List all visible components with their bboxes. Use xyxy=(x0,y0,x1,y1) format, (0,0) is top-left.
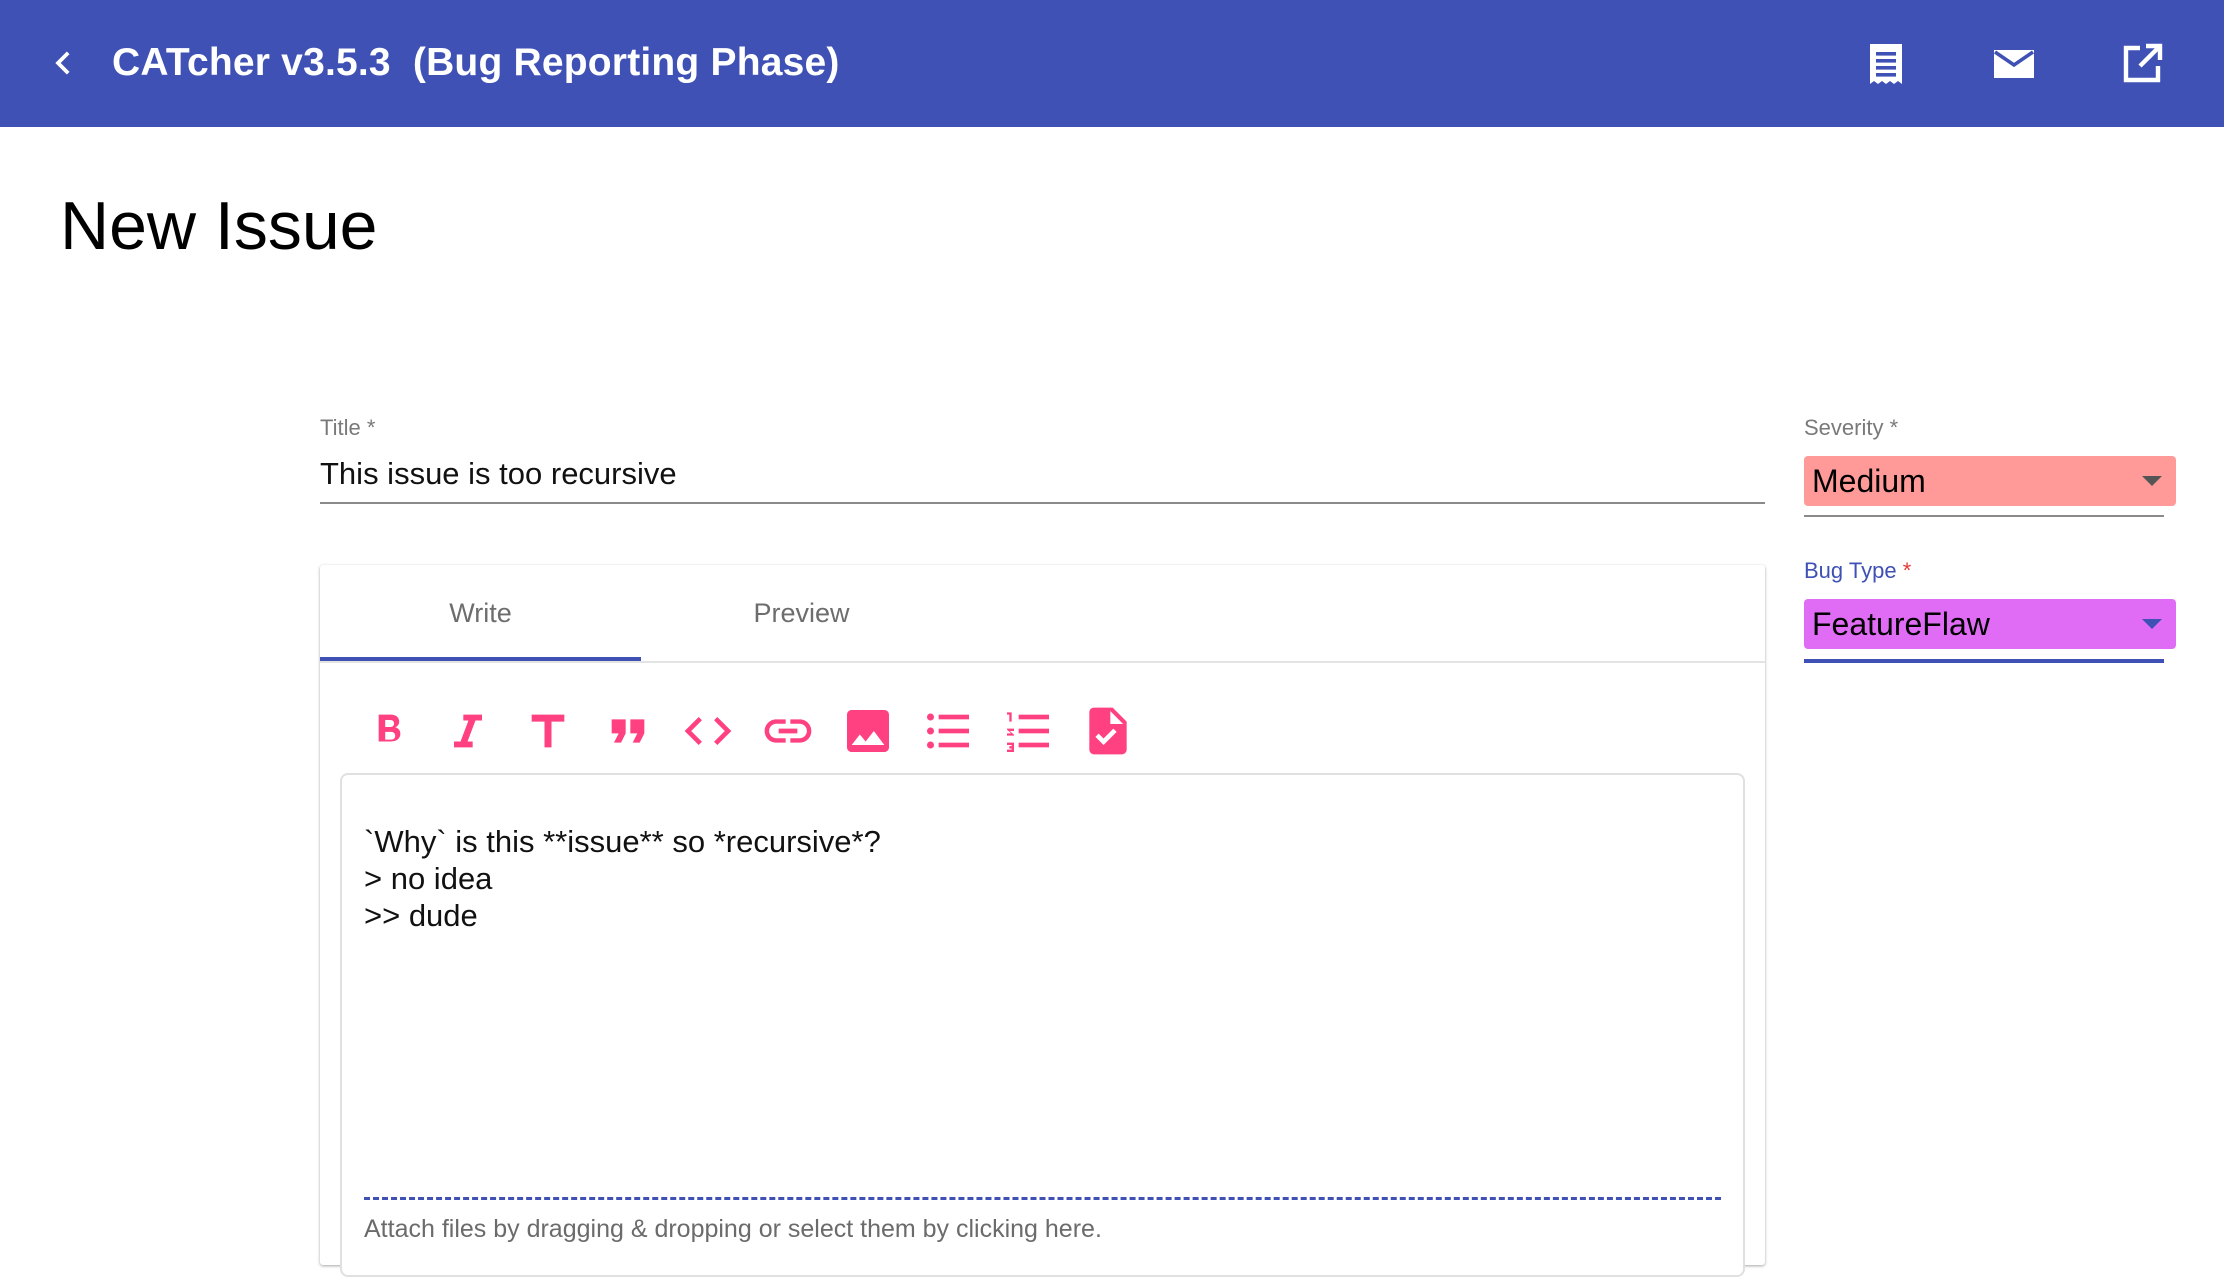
code-button[interactable] xyxy=(680,703,736,759)
bug-type-underline xyxy=(1804,659,2164,663)
title-input-underline xyxy=(320,502,1765,504)
bullet-list-icon xyxy=(927,713,969,749)
bullet-list-button[interactable] xyxy=(920,703,976,759)
numbered-list-button[interactable] xyxy=(1000,703,1056,759)
severity-label: Severity * xyxy=(1804,415,1899,440)
attach-files-link[interactable]: Attach files by dragging & dropping or s… xyxy=(364,1215,1102,1244)
quote-button[interactable] xyxy=(600,703,656,759)
receipt-icon xyxy=(1870,44,1902,84)
bold-button[interactable] xyxy=(360,703,416,759)
bold-icon xyxy=(378,714,401,742)
tab-divider xyxy=(320,661,1765,663)
quote-icon xyxy=(611,719,645,743)
app-title: CATcher v3.5.3 (Bug Reporting Phase) xyxy=(112,41,840,84)
activity-log-button[interactable] xyxy=(1862,40,1910,88)
bug-type-label: Bug Type * xyxy=(1804,557,1911,585)
attach-divider xyxy=(364,1197,1721,1200)
image-button[interactable] xyxy=(840,703,896,759)
bug-type-label-text: Bug Type xyxy=(1804,558,1897,583)
severity-value: Medium xyxy=(1812,463,1926,499)
italic-icon xyxy=(454,714,482,748)
heading-button[interactable] xyxy=(520,703,576,759)
bug-type-select[interactable]: FeatureFlaw xyxy=(1804,599,2176,649)
title-input[interactable] xyxy=(320,454,1760,494)
title-field-label: Title * xyxy=(320,415,376,440)
description-editor-card: Write Preview `Why` is this **issue** so… xyxy=(320,565,1765,1277)
app-toolbar: CATcher v3.5.3 (Bug Reporting Phase) xyxy=(0,0,2224,127)
code-icon xyxy=(684,717,732,745)
open-in-new-icon xyxy=(2123,43,2163,83)
heading-icon xyxy=(531,714,565,748)
task-list-button[interactable] xyxy=(1080,703,1136,759)
mail-button[interactable] xyxy=(1990,40,2038,88)
description-textarea[interactable]: `Why` is this **issue** so *recursive*? … xyxy=(340,773,1745,1277)
link-button[interactable] xyxy=(760,703,816,759)
chevron-left-icon xyxy=(55,51,70,75)
italic-button[interactable] xyxy=(440,703,496,759)
open-in-new-button[interactable] xyxy=(2118,40,2166,88)
mail-icon xyxy=(1993,50,2035,78)
bug-type-value: FeatureFlaw xyxy=(1812,606,1990,642)
severity-underline xyxy=(1804,515,2164,517)
description-text: `Why` is this **issue** so *recursive*? … xyxy=(364,824,881,933)
task-list-icon xyxy=(1089,707,1127,755)
dropdown-arrow-icon xyxy=(2142,619,2162,629)
back-button[interactable] xyxy=(40,38,86,88)
link-icon xyxy=(764,719,812,743)
severity-select[interactable]: Medium xyxy=(1804,456,2176,506)
required-asterisk: * xyxy=(1902,558,1912,583)
numbered-list-icon xyxy=(1007,712,1049,752)
tab-preview[interactable]: Preview xyxy=(641,565,962,661)
tab-write[interactable]: Write xyxy=(320,565,641,661)
dropdown-arrow-icon xyxy=(2142,476,2162,486)
page-title: New Issue xyxy=(60,188,378,264)
image-icon xyxy=(847,710,889,752)
